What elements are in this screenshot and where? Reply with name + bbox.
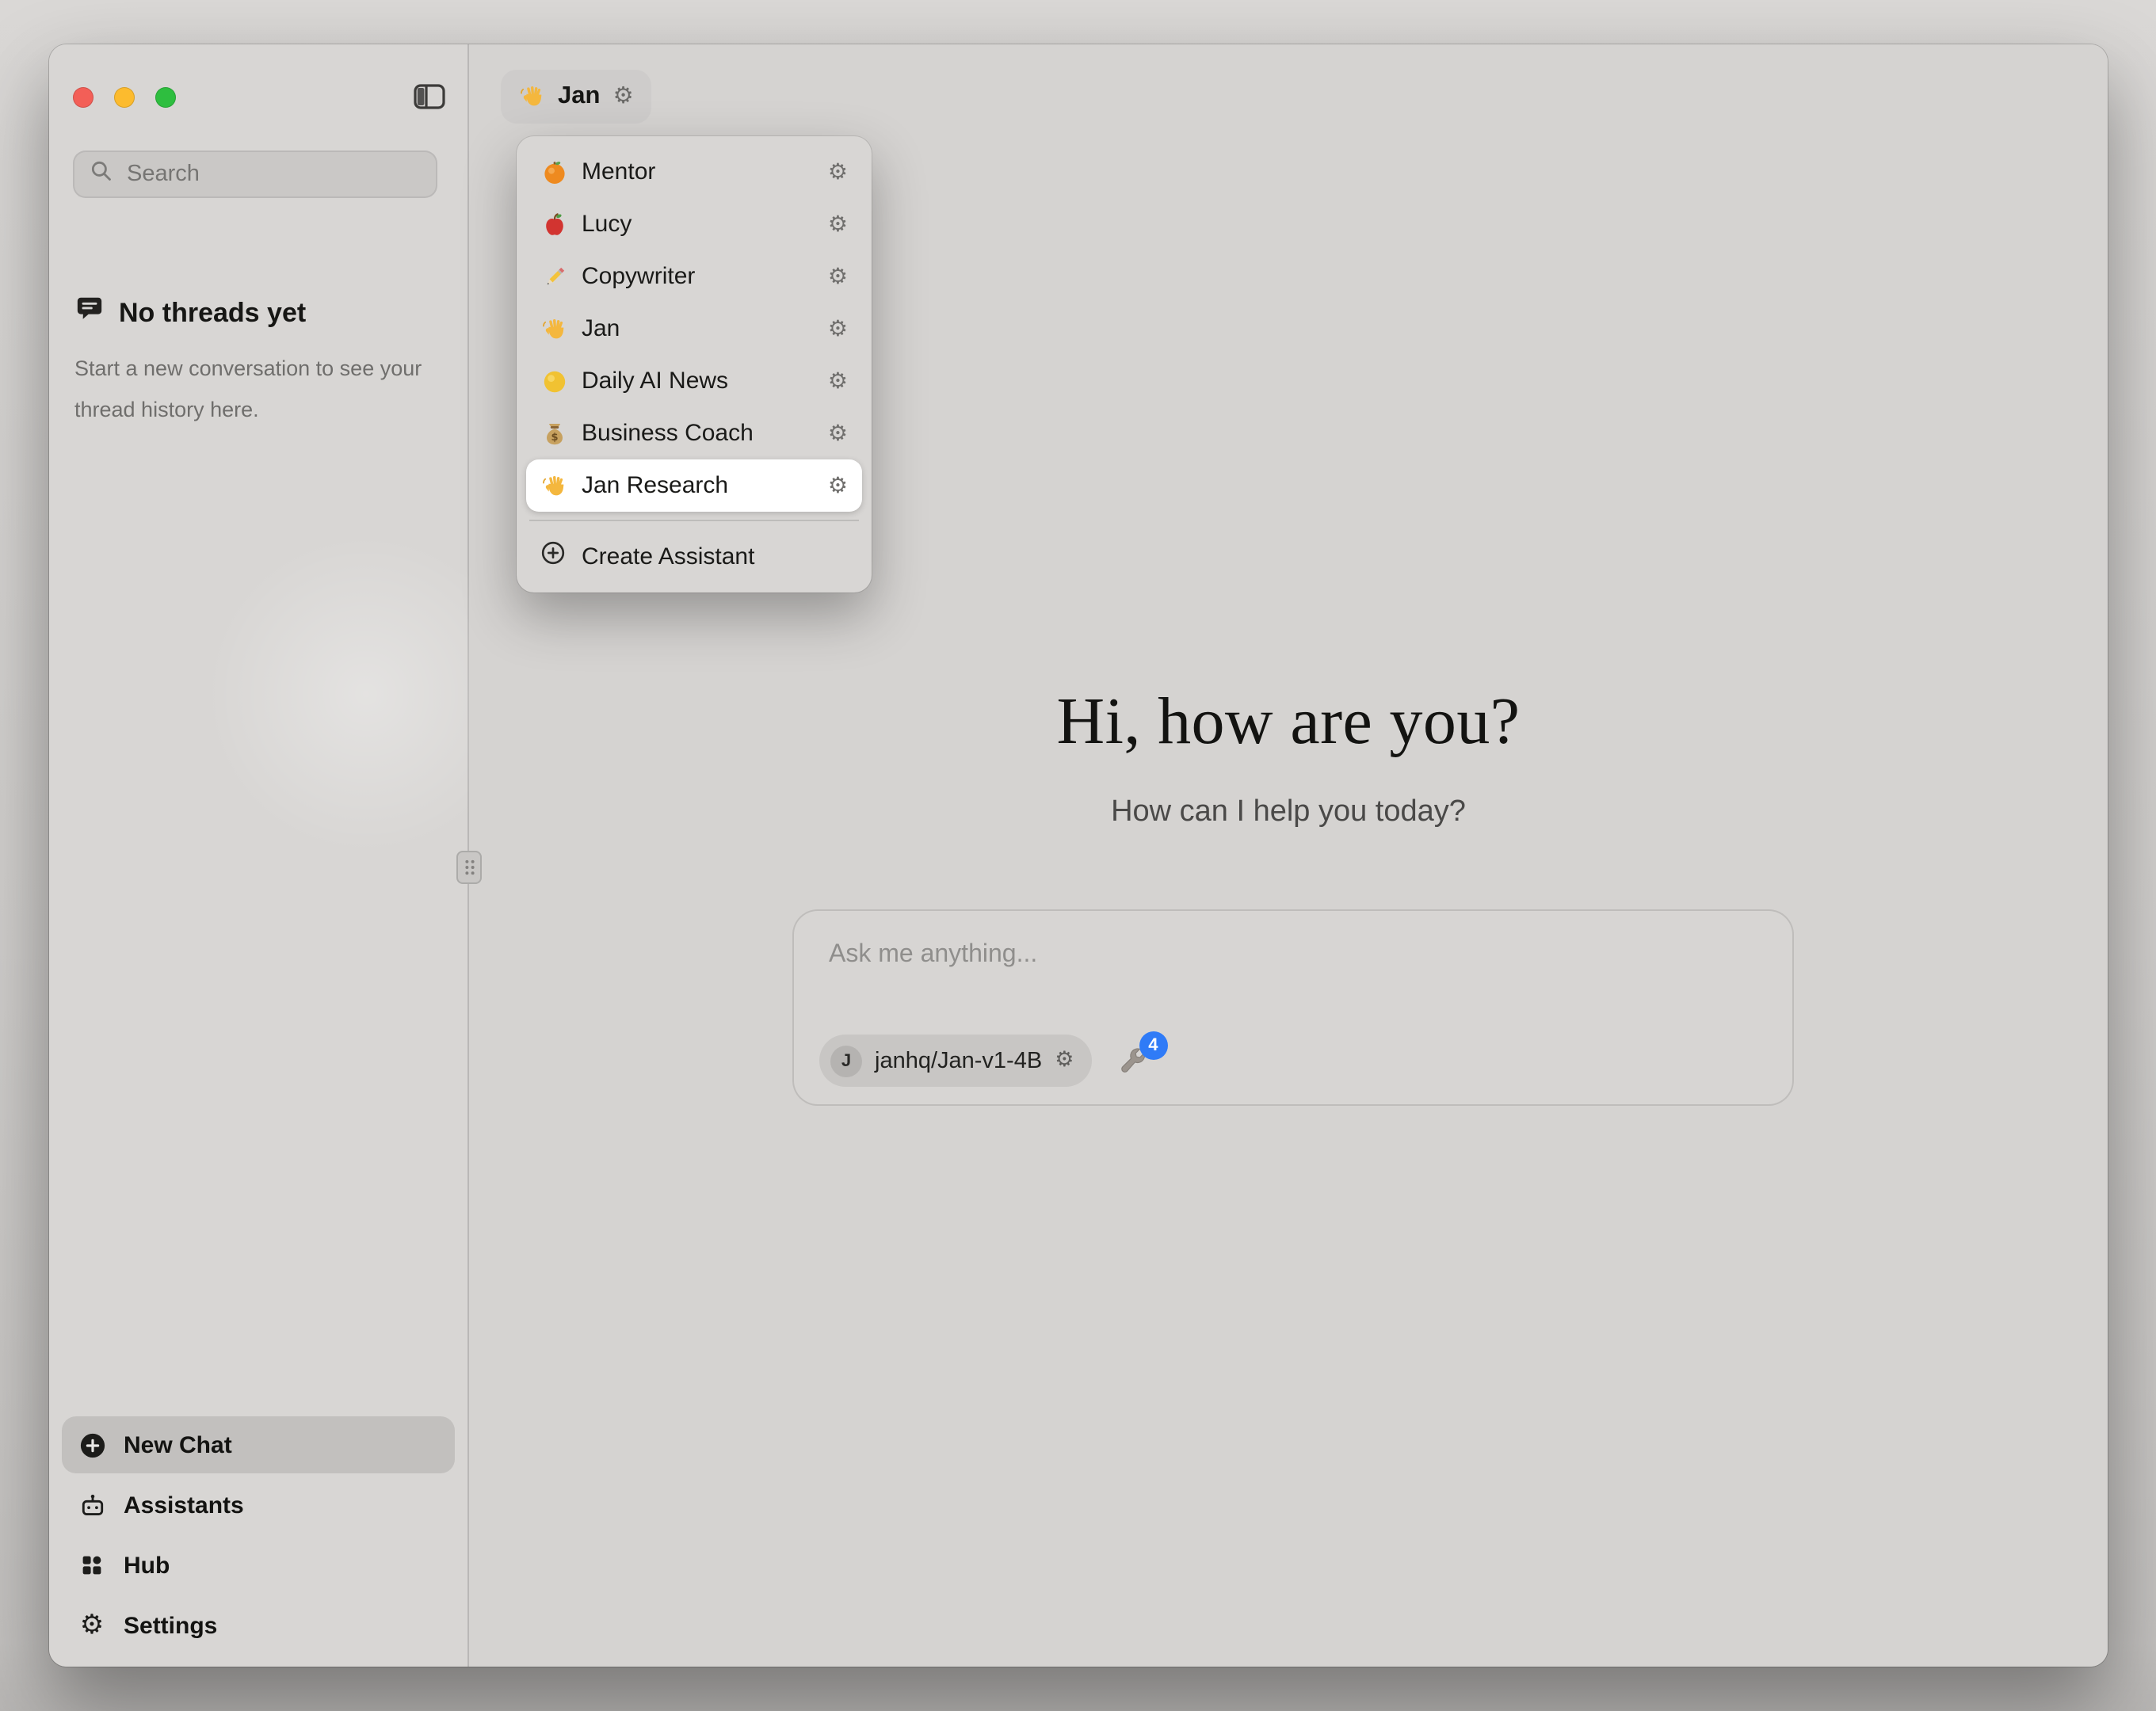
- search-input[interactable]: [124, 160, 426, 189]
- search-field[interactable]: [73, 151, 437, 198]
- settings-icon: ⚙: [78, 1611, 106, 1640]
- gear-icon[interactable]: ⚙: [828, 318, 848, 340]
- sidebar-item-assistants[interactable]: Assistants: [62, 1477, 455, 1534]
- greeting: Hi, how are you? How can I help you toda…: [469, 684, 2108, 830]
- pencil-emoji-icon: [540, 263, 567, 290]
- greeting-title: Hi, how are you?: [469, 684, 2108, 760]
- create-assistant-label: Create Assistant: [582, 543, 754, 570]
- assistant-menu-item-jan-research[interactable]: Jan Research ⚙: [526, 459, 862, 512]
- empty-state-subtitle: Start a new conversation to see your thr…: [74, 349, 445, 431]
- money-bag-emoji-icon: $: [540, 420, 567, 447]
- gear-icon[interactable]: ⚙: [828, 422, 848, 444]
- main-pane: Jan ⚙ Mentor ⚙ Lucy ⚙ Copywriter ⚙ Jan ⚙…: [469, 44, 2108, 1667]
- assistant-menu-item-label: Copywriter: [582, 263, 814, 290]
- plus-circle-icon: [78, 1431, 106, 1459]
- desktop: No threads yet Start a new conversation …: [0, 0, 2156, 1711]
- gear-icon[interactable]: ⚙: [828, 474, 848, 497]
- gear-icon[interactable]: ⚙: [612, 86, 633, 109]
- assistant-menu: Mentor ⚙ Lucy ⚙ Copywriter ⚙ Jan ⚙ Daily…: [517, 136, 872, 593]
- assistant-menu-item-lucy[interactable]: Lucy ⚙: [526, 198, 862, 250]
- plus-circle-outline-icon: [540, 539, 566, 573]
- search-icon: [90, 159, 113, 189]
- wrench-icon: [1116, 1055, 1147, 1082]
- chat-input[interactable]: [826, 939, 1761, 971]
- assistant-menu-item-label: Lucy: [582, 211, 814, 238]
- apple-emoji-icon: [540, 211, 567, 238]
- composer[interactable]: J janhq/Jan-v1-4B ⚙ 4: [792, 909, 1794, 1106]
- sidebar-toggle-icon[interactable]: [414, 84, 445, 109]
- zoom-button[interactable]: [155, 87, 176, 108]
- create-assistant-button[interactable]: Create Assistant: [526, 529, 862, 583]
- sidebar-resize-handle[interactable]: [456, 851, 482, 884]
- tools-count-badge: 4: [1139, 1031, 1167, 1060]
- assistant-menu-item-copywriter[interactable]: Copywriter ⚙: [526, 250, 862, 303]
- sidebar-item-label: Hub: [124, 1552, 170, 1579]
- gear-icon[interactable]: ⚙: [828, 370, 848, 392]
- empty-state-title: No threads yet: [119, 297, 306, 329]
- app-window: No threads yet Start a new conversation …: [49, 44, 2108, 1667]
- assistant-selector-chip[interactable]: Jan ⚙: [501, 70, 651, 124]
- sidebar: No threads yet Start a new conversation …: [49, 44, 469, 1667]
- assistant-menu-item-label: Daily AI News: [582, 368, 814, 394]
- assistant-menu-item-label: Jan: [582, 315, 814, 342]
- assistant-menu-item-label: Mentor: [582, 158, 814, 185]
- model-selector-chip[interactable]: J janhq/Jan-v1-4B ⚙: [819, 1035, 1091, 1087]
- chat-bubble-icon: [74, 295, 105, 331]
- sidebar-item-label: Assistants: [124, 1492, 244, 1519]
- sidebar-item-label: Settings: [124, 1612, 217, 1639]
- wave-emoji-icon: [540, 315, 567, 342]
- assistants-icon: [78, 1491, 106, 1519]
- sidebar-item-label: New Chat: [124, 1431, 232, 1458]
- empty-state: No threads yet Start a new conversation …: [74, 295, 445, 431]
- svg-text:$: $: [550, 431, 557, 443]
- wave-emoji-icon: [540, 472, 567, 499]
- close-button[interactable]: [73, 87, 93, 108]
- gear-icon[interactable]: ⚙: [828, 265, 848, 288]
- menu-divider: [529, 520, 859, 521]
- assistant-chip-label: Jan: [558, 82, 600, 111]
- minimize-button[interactable]: [114, 87, 135, 108]
- assistant-menu-item-jan[interactable]: Jan ⚙: [526, 303, 862, 355]
- model-name: janhq/Jan-v1-4B: [875, 1048, 1042, 1073]
- model-gear-icon[interactable]: ⚙: [1055, 1050, 1074, 1072]
- hub-icon: [78, 1551, 106, 1580]
- orange-emoji-icon: [540, 158, 567, 185]
- window-controls: [73, 87, 176, 108]
- model-avatar: J: [830, 1045, 862, 1077]
- sidebar-item-settings[interactable]: ⚙ Settings: [62, 1597, 455, 1654]
- wave-emoji-icon: [518, 83, 545, 110]
- gear-icon[interactable]: ⚙: [828, 161, 848, 183]
- assistant-menu-item-mentor[interactable]: Mentor ⚙: [526, 146, 862, 198]
- assistant-menu-item-business-coach[interactable]: $ Business Coach ⚙: [526, 407, 862, 459]
- assistant-menu-item-label: Jan Research: [582, 472, 814, 499]
- sidebar-item-hub[interactable]: Hub: [62, 1537, 455, 1594]
- yellow-circle-emoji-icon: [540, 368, 567, 394]
- tools-button[interactable]: 4: [1116, 1046, 1151, 1087]
- assistant-menu-item-label: Business Coach: [582, 420, 814, 447]
- gear-icon[interactable]: ⚙: [828, 213, 848, 235]
- greeting-subtitle: How can I help you today?: [469, 795, 2108, 830]
- sidebar-item-new-chat[interactable]: New Chat: [62, 1416, 455, 1473]
- assistant-menu-item-daily-ai-news[interactable]: Daily AI News ⚙: [526, 355, 862, 407]
- sidebar-nav: New Chat Assistants Hub ⚙ Settings: [62, 1413, 455, 1654]
